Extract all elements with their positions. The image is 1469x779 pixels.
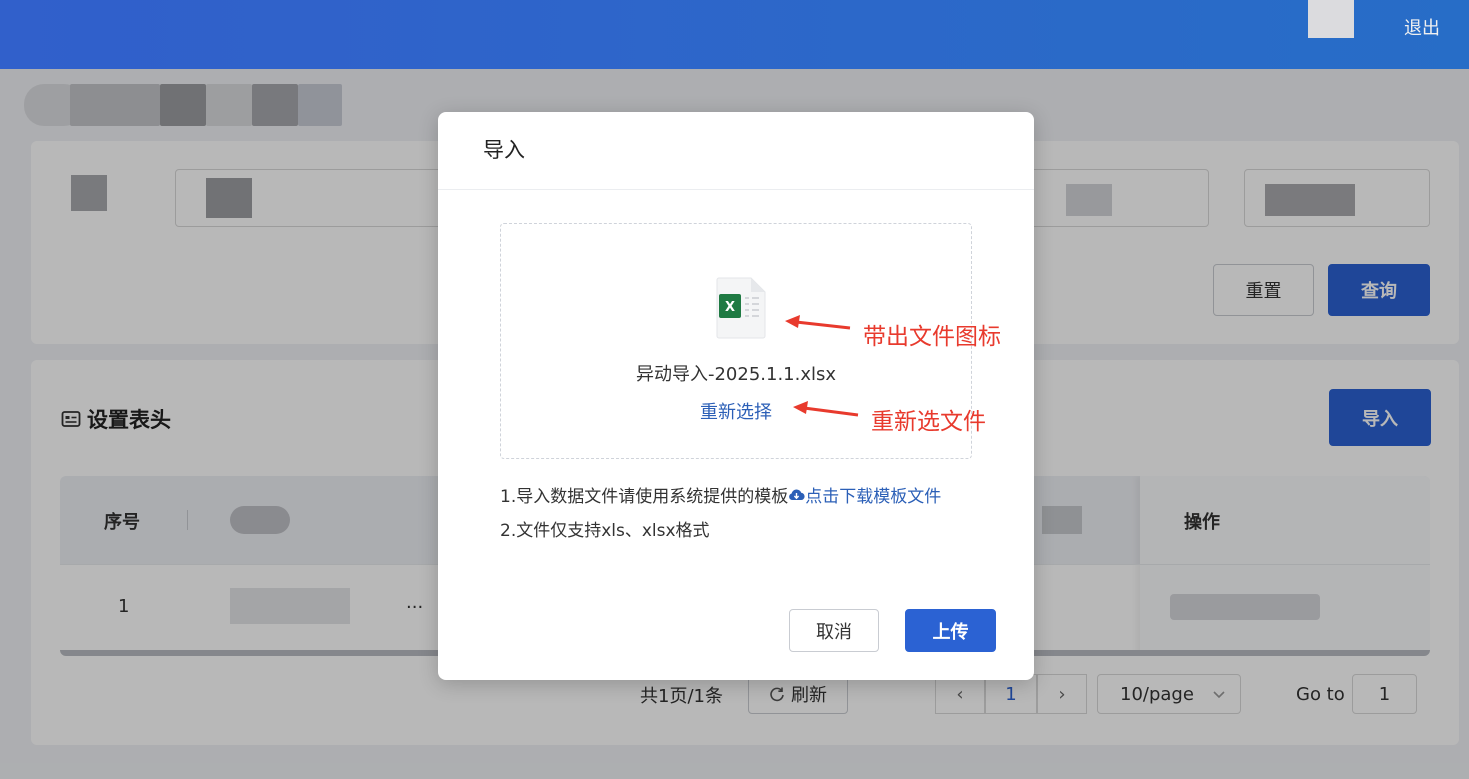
hint-template-text: 1.导入数据文件请使用系统提供的模板 (500, 487, 789, 507)
dialog-divider (438, 189, 1034, 190)
svg-text:X: X (725, 300, 735, 315)
reselect-file-label[interactable]: 重新选择 (700, 402, 772, 423)
hint-format: 2.文件仅支持xls、xlsx格式 (500, 521, 710, 541)
download-template-link[interactable]: 点击下载模板文件 (788, 482, 941, 507)
cancel-button[interactable]: 取消 (789, 609, 879, 652)
modal-mask-header (0, 0, 1469, 69)
upload-button[interactable]: 上传 (905, 609, 996, 652)
cloud-download-icon (789, 489, 805, 500)
annotation-file-icon-note: 带出文件图标 (863, 324, 1001, 350)
hint-template: 1.导入数据文件请使用系统提供的模板 点击下载模板文件 (500, 482, 941, 507)
annotation-arrow-icon (793, 401, 859, 417)
import-dialog: 导入 X 异动导入-2025.1.1.xlsx 重新选择 1.导入数据文件请使用… (438, 112, 1034, 680)
annotation-arrow-icon (785, 315, 851, 330)
annotation-reselect-note: 重新选文件 (871, 409, 986, 435)
excel-file-icon: X (716, 277, 766, 339)
dialog-title: 导入 (483, 138, 525, 162)
selected-file-name: 异动导入-2025.1.1.xlsx (635, 364, 837, 385)
download-template-label[interactable]: 点击下载模板文件 (805, 482, 941, 507)
